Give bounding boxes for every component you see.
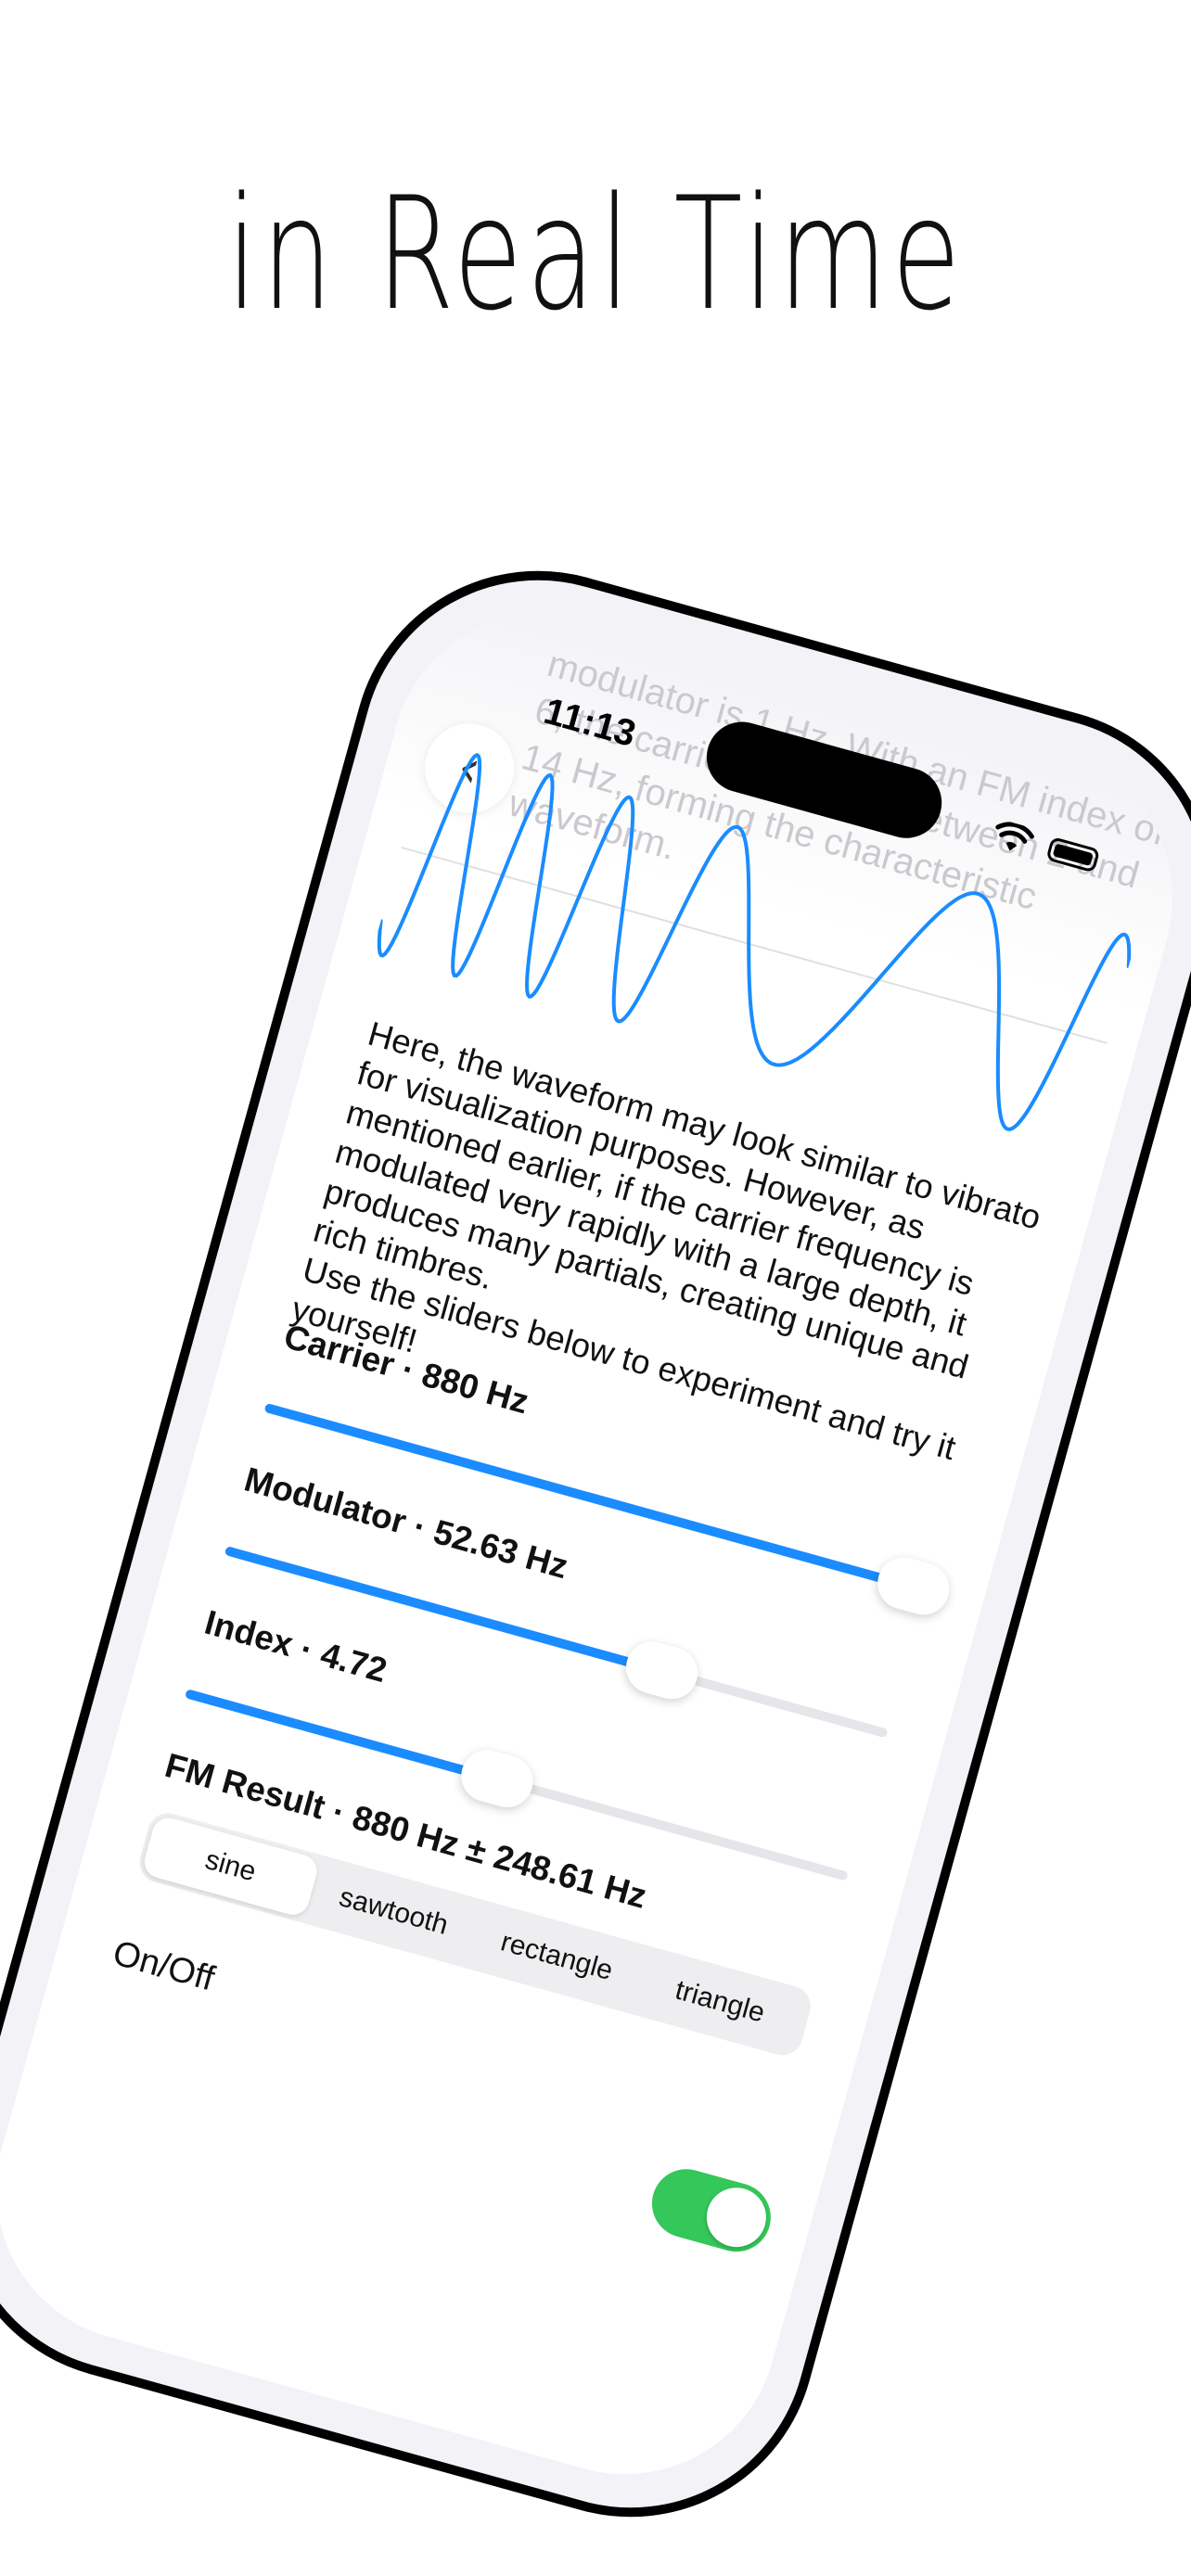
waveform-option-rectangle[interactable]: rectangle — [467, 1905, 647, 2009]
phone-screen: modulator is 1 Hz. With an FM index of 6… — [0, 578, 1191, 2510]
on-off-label: On/Off — [109, 1933, 219, 1999]
slider-thumb[interactable] — [620, 1636, 705, 1705]
headline: in Real Time — [226, 163, 965, 345]
slider-thumb[interactable] — [455, 1743, 539, 1814]
on-off-toggle[interactable] — [644, 2161, 779, 2260]
waveform-option-sine[interactable]: sine — [140, 1814, 321, 1919]
phone-frame: modulator is 1 Hz. With an FM index of 6… — [0, 528, 1191, 2560]
waveform-option-triangle[interactable]: triangle — [630, 1950, 810, 2054]
waveform-option-sawtooth[interactable]: sawtooth — [304, 1859, 484, 1963]
slider-thumb[interactable] — [871, 1551, 955, 1621]
toggle-knob — [699, 2180, 774, 2254]
